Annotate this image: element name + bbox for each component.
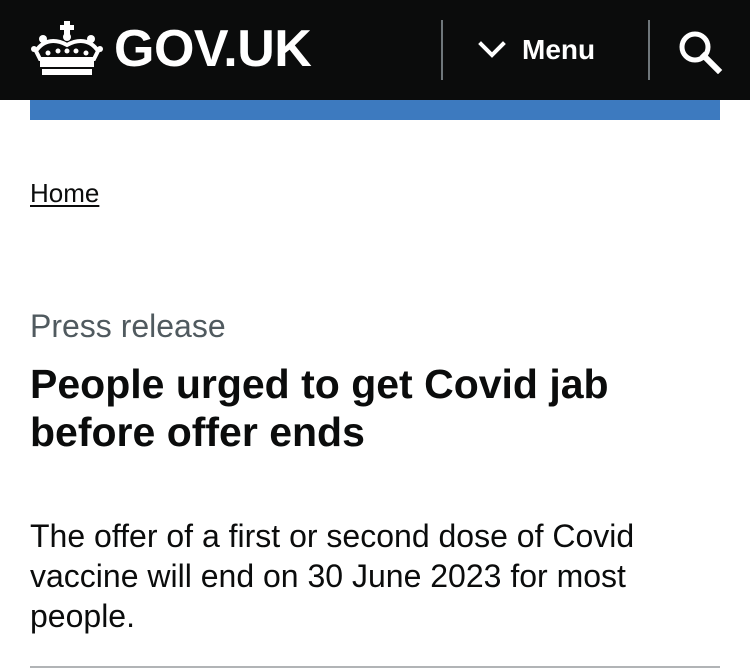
breadcrumb-home-link[interactable]: Home [30, 178, 99, 209]
site-header: GOV.UK Menu [0, 0, 750, 100]
logo-text: GOV.UK [114, 20, 312, 78]
article-summary: The offer of a first or second dose of C… [30, 518, 635, 634]
menu-button[interactable]: Menu [478, 28, 595, 72]
header-accent-bar [30, 100, 720, 120]
content-type-caption: Press release [30, 308, 226, 344]
chevron-down-icon [478, 41, 506, 58]
menu-label: Menu [522, 34, 596, 65]
page-title: People urged to get Covid jab before off… [30, 361, 609, 455]
header-divider [648, 20, 650, 80]
crown-icon [31, 21, 103, 75]
govuk-logo-link[interactable]: GOV.UK [30, 18, 312, 80]
header-divider [441, 20, 443, 80]
section-divider [30, 666, 720, 668]
search-icon [679, 31, 723, 75]
search-button[interactable] [676, 28, 724, 75]
